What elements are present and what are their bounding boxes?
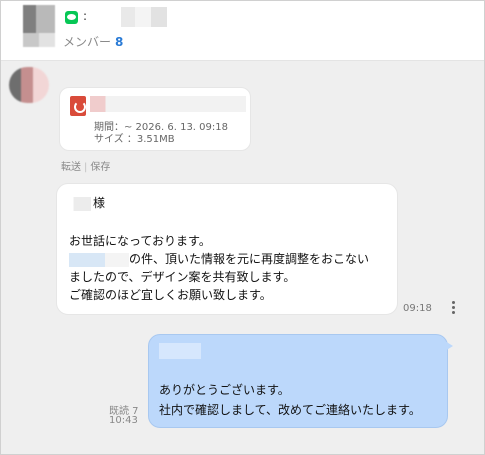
file-actions: 転送 | 保存: [61, 158, 110, 173]
file-size: サイズ ：3.51MB: [94, 134, 175, 145]
forward-link[interactable]: 転送: [61, 162, 81, 173]
outgoing-message-time: 10:43: [109, 415, 138, 426]
outgoing-line-1: ありがとうございます。: [159, 383, 290, 397]
chat-title-prefix: :: [83, 9, 88, 23]
recipient-name-redacted: [69, 196, 91, 211]
message-line-2: お世話になっております。: [69, 234, 211, 248]
chat-header: : メンバー 8: [1, 1, 484, 61]
member-info[interactable]: メンバー 8: [63, 33, 123, 50]
member-label: メンバー: [63, 35, 112, 49]
action-separator: |: [84, 162, 88, 173]
outgoing-line-2: 社内で確認しまして、改めてご連絡いたします。: [159, 403, 421, 417]
chat-title-redacted: [121, 7, 167, 27]
outgoing-message-bubble[interactable]: ありがとうございます。 社内で確認しまして、改めてご連絡いたします。: [148, 334, 453, 428]
message-line-1: 様: [69, 194, 105, 211]
message-line-4: ましたので、デザイン案を共有致します。: [69, 270, 296, 284]
sender-avatar[interactable]: [9, 67, 49, 103]
more-vertical-icon[interactable]: [450, 301, 456, 317]
message-line-3-text: の件、頂いた情報を元に再度調整をおこない: [129, 252, 370, 266]
group-avatar[interactable]: [23, 5, 55, 47]
incoming-message-bubble[interactable]: 様 お世話になっております。 の件、頂いた情報を元に再度調整をおこない ましたの…: [56, 183, 398, 315]
save-link[interactable]: 保存: [90, 162, 110, 173]
message-line-3: の件、頂いた情報を元に再度調整をおこない: [69, 250, 369, 267]
incoming-message-time: 09:18: [403, 303, 432, 314]
member-count: 8: [115, 35, 124, 49]
message-line-5: ご確認のほど宜しくお願い致します。: [69, 288, 272, 302]
honorific-text: 様: [93, 196, 106, 210]
file-message-bubble[interactable]: 期間：~ 2026. 6. 13. 09:18 サイズ ：3.51MB: [59, 87, 251, 151]
recipient-name-redacted: [159, 343, 201, 359]
project-name-redacted: [69, 252, 129, 267]
file-name-redacted: [90, 96, 246, 112]
line-logo-icon: [65, 11, 78, 24]
chat-window: : メンバー 8 期間：~ 2026. 6. 13. 09:18 サイズ ：3.5…: [0, 0, 485, 455]
pdf-icon: [70, 96, 86, 116]
